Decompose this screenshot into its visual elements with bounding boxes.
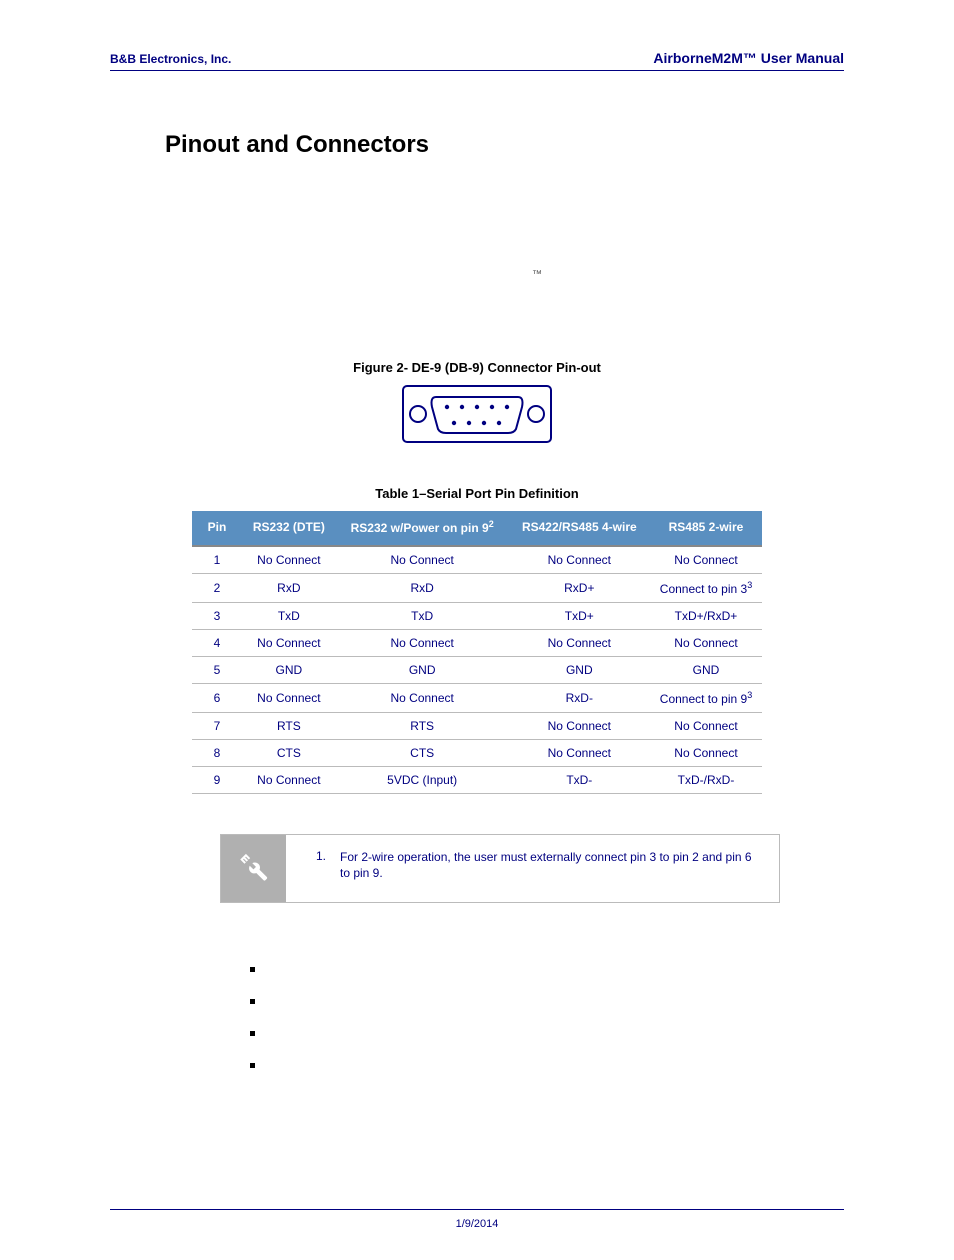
data-cell: No Connect: [336, 546, 509, 574]
data-cell: GND: [336, 656, 509, 683]
data-cell: No Connect: [650, 712, 762, 739]
figure-caption: Figure 2- DE-9 (DB-9) Connector Pin-out: [110, 360, 844, 375]
page: B&B Electronics, Inc. AirborneM2M™ User …: [0, 0, 954, 1260]
data-cell: RTS: [242, 712, 336, 739]
bullet-list: [250, 963, 844, 1069]
pin-definition-table: Pin RS232 (DTE) RS232 w/Power on pin 92 …: [192, 511, 762, 794]
data-cell: No Connect: [509, 712, 650, 739]
data-cell: 5VDC (Input): [336, 766, 509, 793]
data-cell: RxD-: [509, 683, 650, 712]
footer-date: 1/9/2014: [456, 1218, 499, 1230]
data-cell: RxD: [242, 573, 336, 602]
data-cell: GND: [242, 656, 336, 683]
header-company: B&B Electronics, Inc.: [110, 52, 231, 66]
data-cell: No Connect: [242, 766, 336, 793]
de9-connector-diagram: [402, 385, 552, 443]
data-cell: No Connect: [650, 629, 762, 656]
table-row: 3TxDTxDTxD+TxD+/RxD+: [192, 602, 762, 629]
table-row: 5GNDGNDGNDGND: [192, 656, 762, 683]
table-row: 8CTSCTSNo ConnectNo Connect: [192, 739, 762, 766]
data-cell: CTS: [336, 739, 509, 766]
list-item: [250, 1027, 844, 1037]
header-manual-title: AirborneM2M™ User Manual: [653, 50, 844, 66]
section-title: Pinout and Connectors: [165, 131, 844, 159]
pin-cell: 9: [192, 766, 242, 793]
col-rs422-rs485-4w: RS422/RS485 4-wire: [509, 511, 650, 546]
pin-cell: 7: [192, 712, 242, 739]
pin-cell: 4: [192, 629, 242, 656]
data-cell: Connect to pin 33: [650, 573, 762, 602]
data-cell: TxD: [336, 602, 509, 629]
table-row: 2RxDRxDRxD+Connect to pin 33: [192, 573, 762, 602]
data-cell: TxD+: [509, 602, 650, 629]
data-cell: CTS: [242, 739, 336, 766]
list-item: [250, 1059, 844, 1069]
list-item: [250, 963, 844, 973]
data-cell: No Connect: [650, 546, 762, 574]
data-cell: No Connect: [509, 739, 650, 766]
data-cell: No Connect: [336, 683, 509, 712]
data-cell: Connect to pin 93: [650, 683, 762, 712]
data-cell: No Connect: [242, 546, 336, 574]
pin-cell: 1: [192, 546, 242, 574]
col-pin: Pin: [192, 511, 242, 546]
tools-icon: [236, 851, 270, 885]
data-cell: No Connect: [509, 546, 650, 574]
col-rs232-power: RS232 w/Power on pin 92: [336, 511, 509, 546]
table-caption: Table 1–Serial Port Pin Definition: [110, 486, 844, 501]
data-cell: RxD: [336, 573, 509, 602]
pin-cell: 2: [192, 573, 242, 602]
page-footer: 1/9/2014: [110, 1209, 844, 1230]
col-rs485-2w: RS485 2-wire: [650, 511, 762, 546]
data-cell: No Connect: [650, 739, 762, 766]
table-row: 6No ConnectNo ConnectRxD-Connect to pin …: [192, 683, 762, 712]
table-header-row: Pin RS232 (DTE) RS232 w/Power on pin 92 …: [192, 511, 762, 546]
table-row: 1No ConnectNo ConnectNo ConnectNo Connec…: [192, 546, 762, 574]
data-cell: TxD-/RxD-: [650, 766, 762, 793]
list-item: [250, 995, 844, 1005]
data-cell: GND: [650, 656, 762, 683]
table-row: 4No ConnectNo ConnectNo ConnectNo Connec…: [192, 629, 762, 656]
page-header: B&B Electronics, Inc. AirborneM2M™ User …: [110, 50, 844, 71]
pin-cell: 3: [192, 602, 242, 629]
connector-figure: [110, 385, 844, 446]
data-cell: TxD-: [509, 766, 650, 793]
col-rs232-dte: RS232 (DTE): [242, 511, 336, 546]
note-box: 1. For 2-wire operation, the user must e…: [220, 834, 780, 904]
note-number: 1.: [316, 849, 326, 863]
pin-cell: 6: [192, 683, 242, 712]
trademark-symbol: ™: [230, 269, 844, 280]
data-cell: RxD+: [509, 573, 650, 602]
pin-cell: 5: [192, 656, 242, 683]
data-cell: No Connect: [509, 629, 650, 656]
note-text: 1. For 2-wire operation, the user must e…: [286, 835, 779, 903]
data-cell: RTS: [336, 712, 509, 739]
data-cell: No Connect: [242, 629, 336, 656]
note-icon-cell: [221, 835, 286, 903]
data-cell: TxD: [242, 602, 336, 629]
data-cell: No Connect: [336, 629, 509, 656]
data-cell: No Connect: [242, 683, 336, 712]
note-body: For 2-wire operation, the user must exte…: [340, 849, 763, 883]
table-row: 9No Connect5VDC (Input)TxD-TxD-/RxD-: [192, 766, 762, 793]
pin-cell: 8: [192, 739, 242, 766]
data-cell: GND: [509, 656, 650, 683]
table-row: 7RTSRTSNo ConnectNo Connect: [192, 712, 762, 739]
data-cell: TxD+/RxD+: [650, 602, 762, 629]
